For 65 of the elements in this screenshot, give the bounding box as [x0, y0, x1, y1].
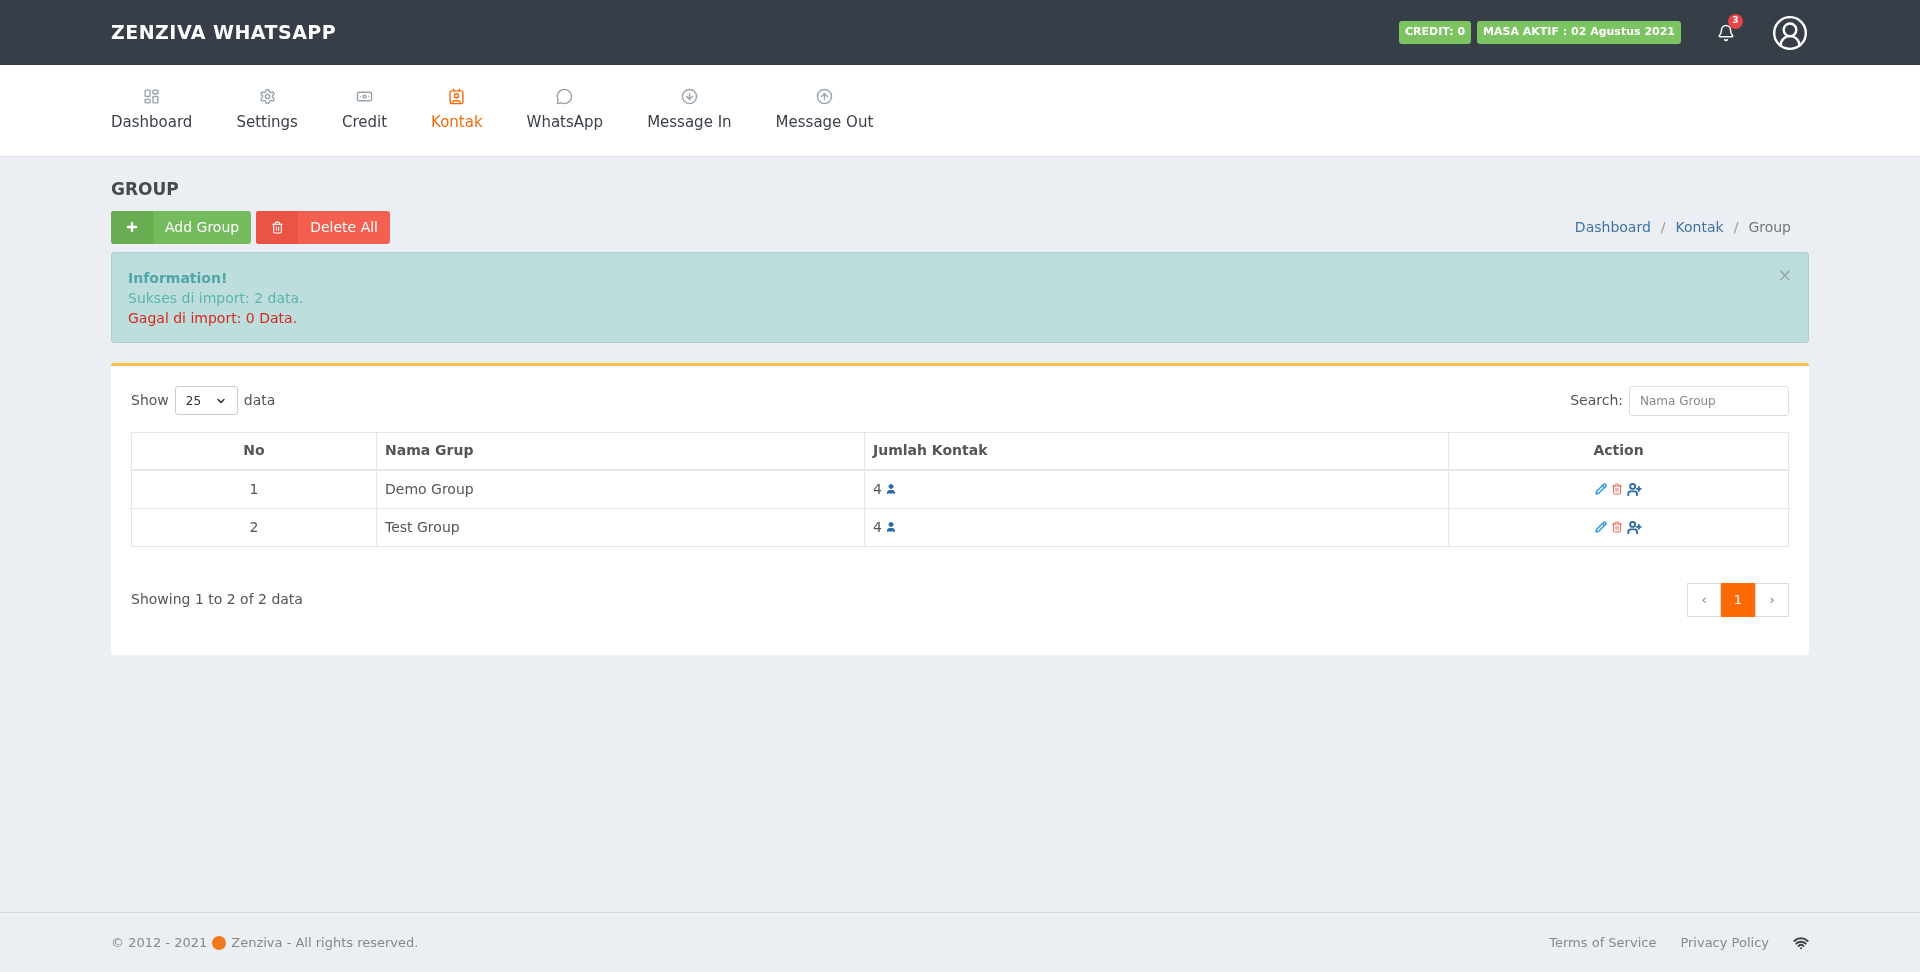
dashboard-icon — [143, 87, 161, 105]
nav-tab[interactable]: Kontak — [431, 87, 483, 134]
table-cell: 1 — [131, 470, 377, 508]
trash-icon[interactable] — [1611, 521, 1623, 533]
table-cell: Test Group — [376, 508, 865, 546]
notification-button[interactable] — [1717, 23, 1735, 42]
add-person-icon[interactable] — [1627, 481, 1642, 497]
person-icon — [884, 521, 897, 533]
status-badge: CREDIT: 0 — [1399, 21, 1472, 44]
page-title: GROUP — [111, 178, 179, 201]
delete-button[interactable]: Delete All — [256, 210, 390, 244]
contact-count: 4 — [873, 517, 882, 537]
footer-link[interactable]: Terms of Service — [1549, 932, 1657, 953]
contact-card-icon — [448, 87, 466, 105]
app-title: ZENZIVA WHATSAPP — [111, 20, 337, 46]
edit-icon[interactable] — [1595, 521, 1607, 533]
data-label: data — [243, 391, 276, 410]
breadcrumb-link[interactable]: Kontak — [1675, 216, 1724, 238]
gear-icon — [258, 87, 276, 105]
breadcrumb-separator: / — [1660, 217, 1666, 237]
column-header: Action — [1448, 432, 1789, 470]
down-arrow-circle-icon — [680, 87, 698, 105]
trash-icon[interactable] — [1611, 483, 1623, 496]
notification-count: 3 — [1728, 13, 1743, 29]
alert-failure-text: Gagal di import: 0 Data. — [128, 308, 299, 328]
bell-icon — [1717, 23, 1735, 42]
person-icon — [884, 483, 897, 496]
page-button[interactable]: ‹ — [1687, 582, 1721, 617]
table-summary: Showing 1 to 2 of 2 data — [131, 590, 303, 609]
nav-tab[interactable]: Credit — [341, 87, 388, 134]
page-button[interactable]: 1 — [1721, 582, 1755, 617]
footer-brand-text: Zenziva - All rights reserved. — [231, 933, 419, 952]
nav-tab[interactable]: WhatsApp — [526, 87, 604, 134]
show-label: Show — [131, 391, 169, 410]
copyright-text: © 2012 - 2021 — [111, 933, 208, 952]
column-header: Jumlah Kontak — [864, 432, 1449, 470]
contact-count: 4 — [873, 479, 882, 499]
breadcrumb-separator: / — [1733, 217, 1739, 237]
nav-tab[interactable]: Message Out — [775, 87, 874, 134]
column-header: Nama Grup — [376, 432, 865, 470]
breadcrumb-link[interactable]: Dashboard — [1574, 216, 1651, 238]
plus-icon — [125, 220, 139, 234]
breadcrumb-current: Group — [1748, 217, 1791, 237]
column-header: No — [131, 432, 377, 470]
chat-bubble-icon — [556, 87, 574, 105]
page-button[interactable]: › — [1755, 582, 1789, 617]
alert-title: Information! — [128, 268, 228, 288]
nav-tab[interactable]: Settings — [236, 87, 298, 134]
status-badge: MASA AKTIF : 02 Agustus 2021 — [1477, 21, 1681, 44]
nav-tab[interactable]: Dashboard — [111, 87, 193, 134]
brand-logo-icon — [212, 935, 227, 950]
table-cell: 2 — [131, 508, 377, 546]
add-person-icon[interactable] — [1627, 519, 1642, 535]
alert-success-text: Sukses di import: 2 data. — [128, 288, 305, 308]
table-cell: Demo Group — [376, 470, 865, 508]
trash-icon — [270, 220, 284, 234]
avatar-icon[interactable] — [1771, 13, 1809, 52]
search-field[interactable]: Nama Group — [1629, 385, 1789, 416]
wifi-icon — [1793, 934, 1809, 951]
footer-link[interactable]: Privacy Policy — [1680, 932, 1769, 953]
nav-tab[interactable]: Message In — [647, 87, 732, 134]
edit-icon[interactable] — [1595, 483, 1607, 496]
up-arrow-circle-icon — [815, 87, 833, 105]
search-label: Search: — [1570, 391, 1623, 410]
page-size-select[interactable]: 25 — [174, 386, 238, 415]
